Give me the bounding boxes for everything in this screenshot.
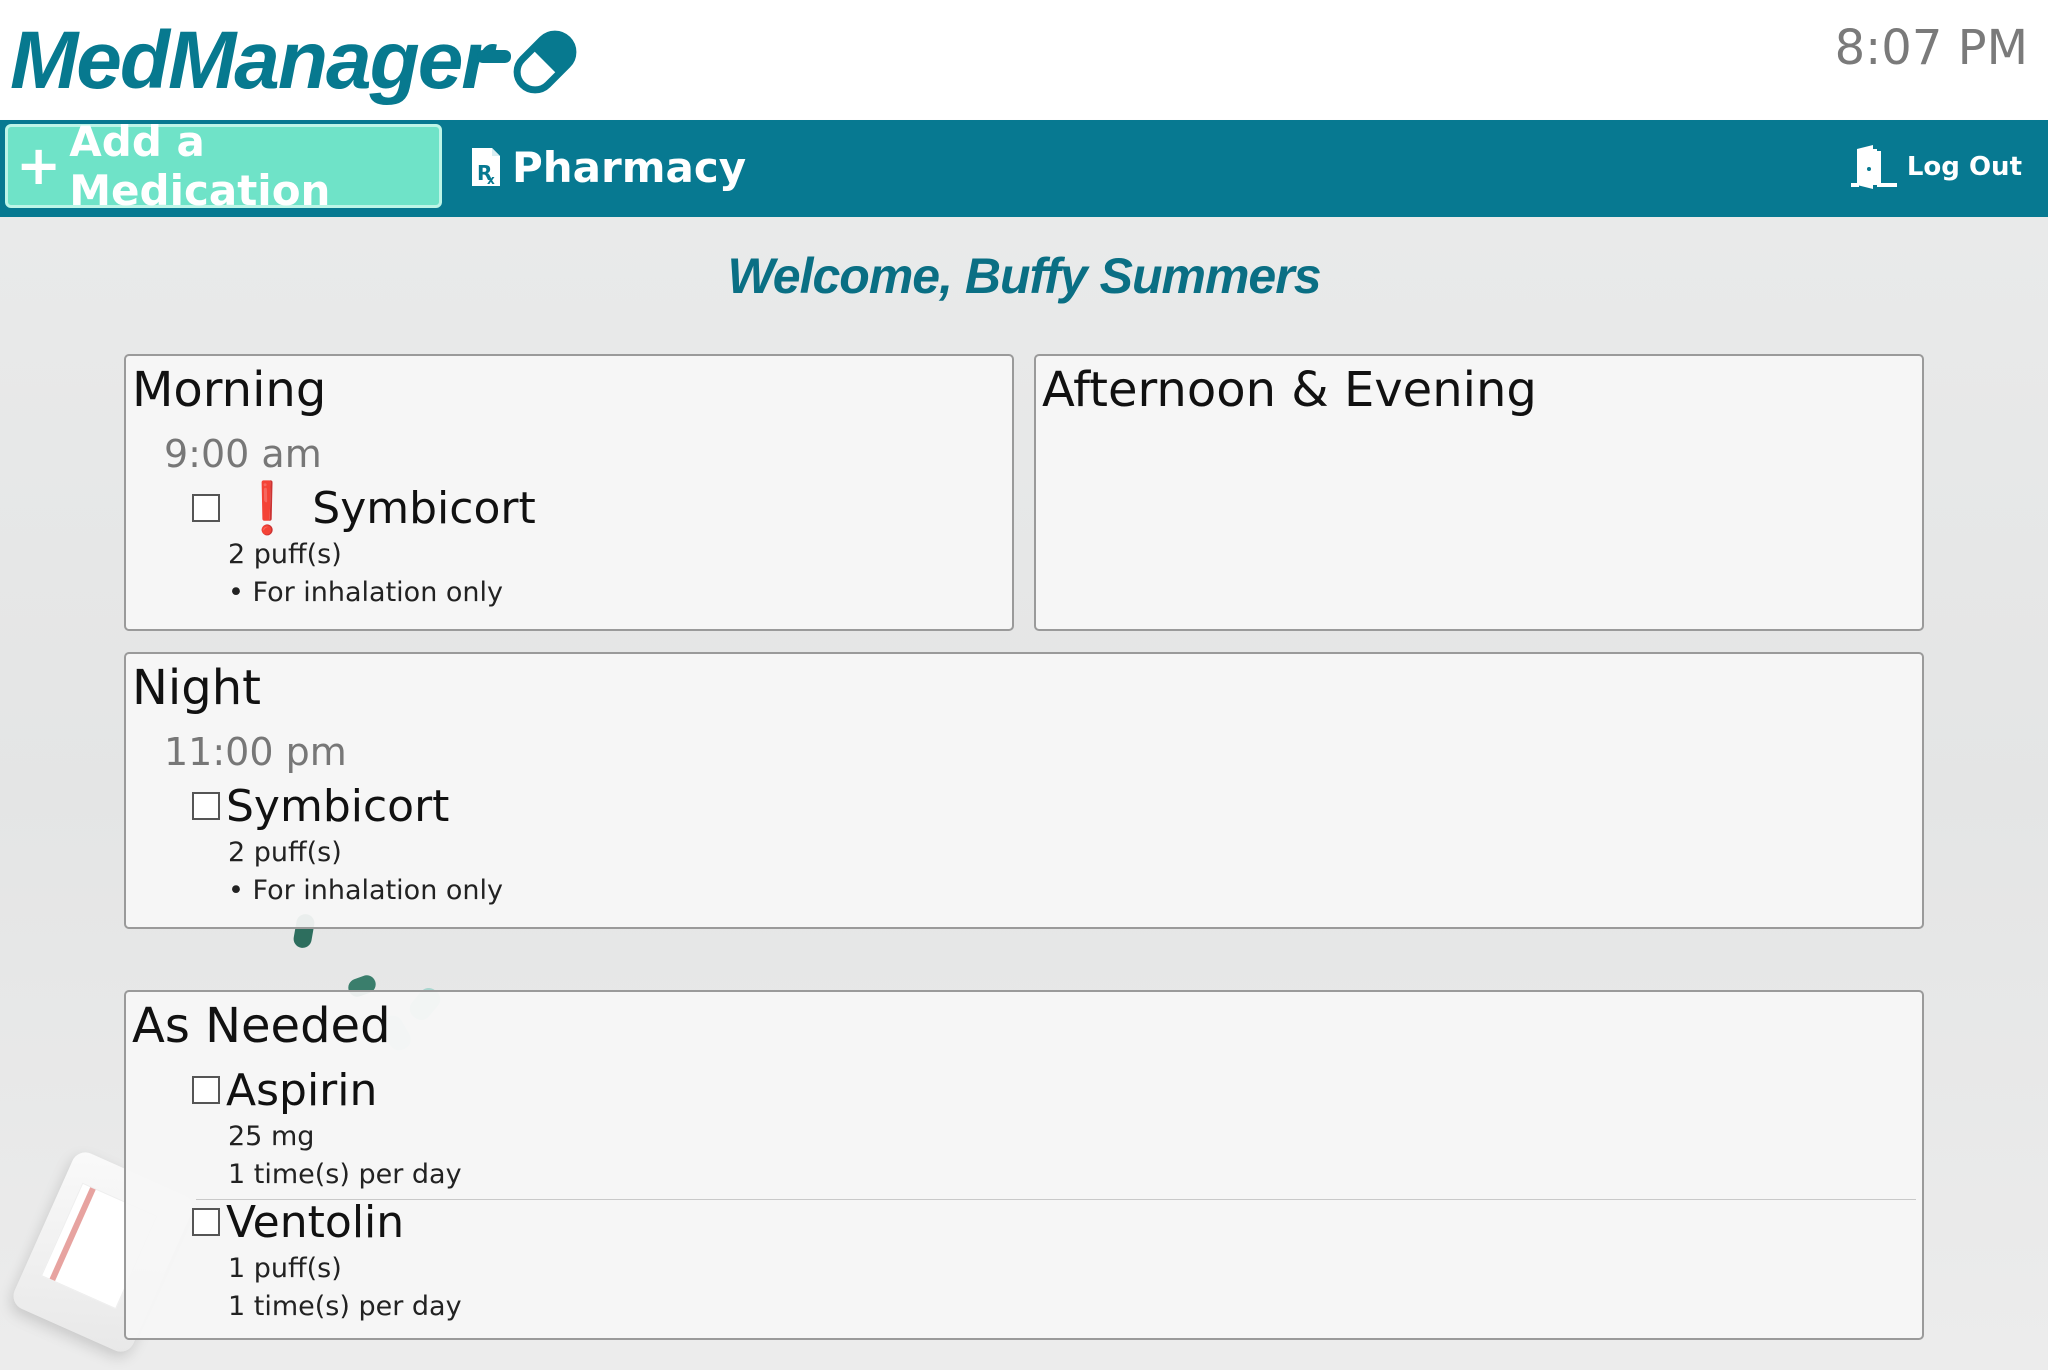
night-title: Night — [132, 660, 261, 716]
med-checkbox[interactable] — [192, 792, 220, 820]
med-dose: 1 puff(s) — [228, 1253, 342, 1284]
med-note: • For inhalation only — [228, 875, 504, 906]
night-time: 11:00 pm — [164, 730, 347, 774]
med-dose: 2 puff(s) — [228, 837, 342, 868]
app-header: MedManager 8:07 PM — [0, 0, 2048, 120]
med-name: Aspirin — [226, 1064, 378, 1116]
welcome-heading: Welcome, Buffy Summers — [727, 248, 1321, 304]
pharmacy-label: Pharmacy — [512, 142, 747, 192]
pill-icon — [477, 30, 577, 94]
prescription-icon: R x — [472, 148, 500, 187]
main-content: Welcome, Buffy Summers Morning 9:00 am ❗… — [0, 217, 2048, 1370]
med-item: Aspirin 25 mg 1 time(s) per day — [192, 1062, 462, 1194]
morning-time: 9:00 am — [164, 432, 322, 476]
night-panel: Night 11:00 pm Symbicort 2 puff(s) • For… — [124, 652, 1924, 929]
morning-panel: Morning 9:00 am ❗ Symbicort 2 puff(s) • … — [124, 354, 1014, 631]
add-medication-label: Add a Medication — [69, 117, 331, 215]
exclamation-icon: ❗ — [236, 479, 299, 537]
add-medication-button[interactable]: + Add a Medication — [5, 117, 442, 215]
clock: 8:07 PM — [1834, 20, 2028, 76]
med-note: • For inhalation only — [228, 577, 504, 608]
logout-label: Log Out — [1906, 152, 2022, 182]
plus-icon: + — [16, 134, 62, 197]
med-frequency: 1 time(s) per day — [228, 1291, 462, 1322]
logout-button[interactable]: Log Out — [1850, 142, 2022, 192]
med-frequency: 1 time(s) per day — [228, 1159, 462, 1190]
med-checkbox[interactable] — [192, 1076, 220, 1104]
svg-text:x: x — [487, 173, 495, 187]
app-logo-title: MedManager — [10, 15, 493, 106]
med-item: Symbicort 2 puff(s) • For inhalation onl… — [192, 778, 503, 910]
as-needed-panel: As Needed Aspirin 25 mg 1 time(s) per da… — [124, 990, 1924, 1340]
med-item: ❗ Symbicort 2 puff(s) • For inhalation o… — [192, 480, 536, 612]
afternoon-evening-title: Afternoon & Evening — [1042, 362, 1537, 418]
med-name: Symbicort — [312, 482, 536, 534]
med-name: Ventolin — [226, 1196, 405, 1248]
med-dose: 2 puff(s) — [228, 539, 342, 570]
pharmacy-link[interactable]: R x Pharmacy — [470, 132, 746, 202]
med-name: Symbicort — [226, 780, 450, 832]
as-needed-title: As Needed — [132, 998, 391, 1054]
med-checkbox[interactable] — [192, 1208, 220, 1236]
med-dose: 25 mg — [228, 1121, 315, 1152]
med-checkbox[interactable] — [192, 494, 220, 522]
med-item: Ventolin 1 puff(s) 1 time(s) per day — [192, 1194, 462, 1326]
nav-bar: + Add a Medication R x Pharmacy Log Out — [0, 117, 2048, 217]
afternoon-evening-panel: Afternoon & Evening — [1034, 354, 1924, 631]
morning-title: Morning — [132, 362, 327, 418]
door-icon — [1850, 145, 1897, 189]
